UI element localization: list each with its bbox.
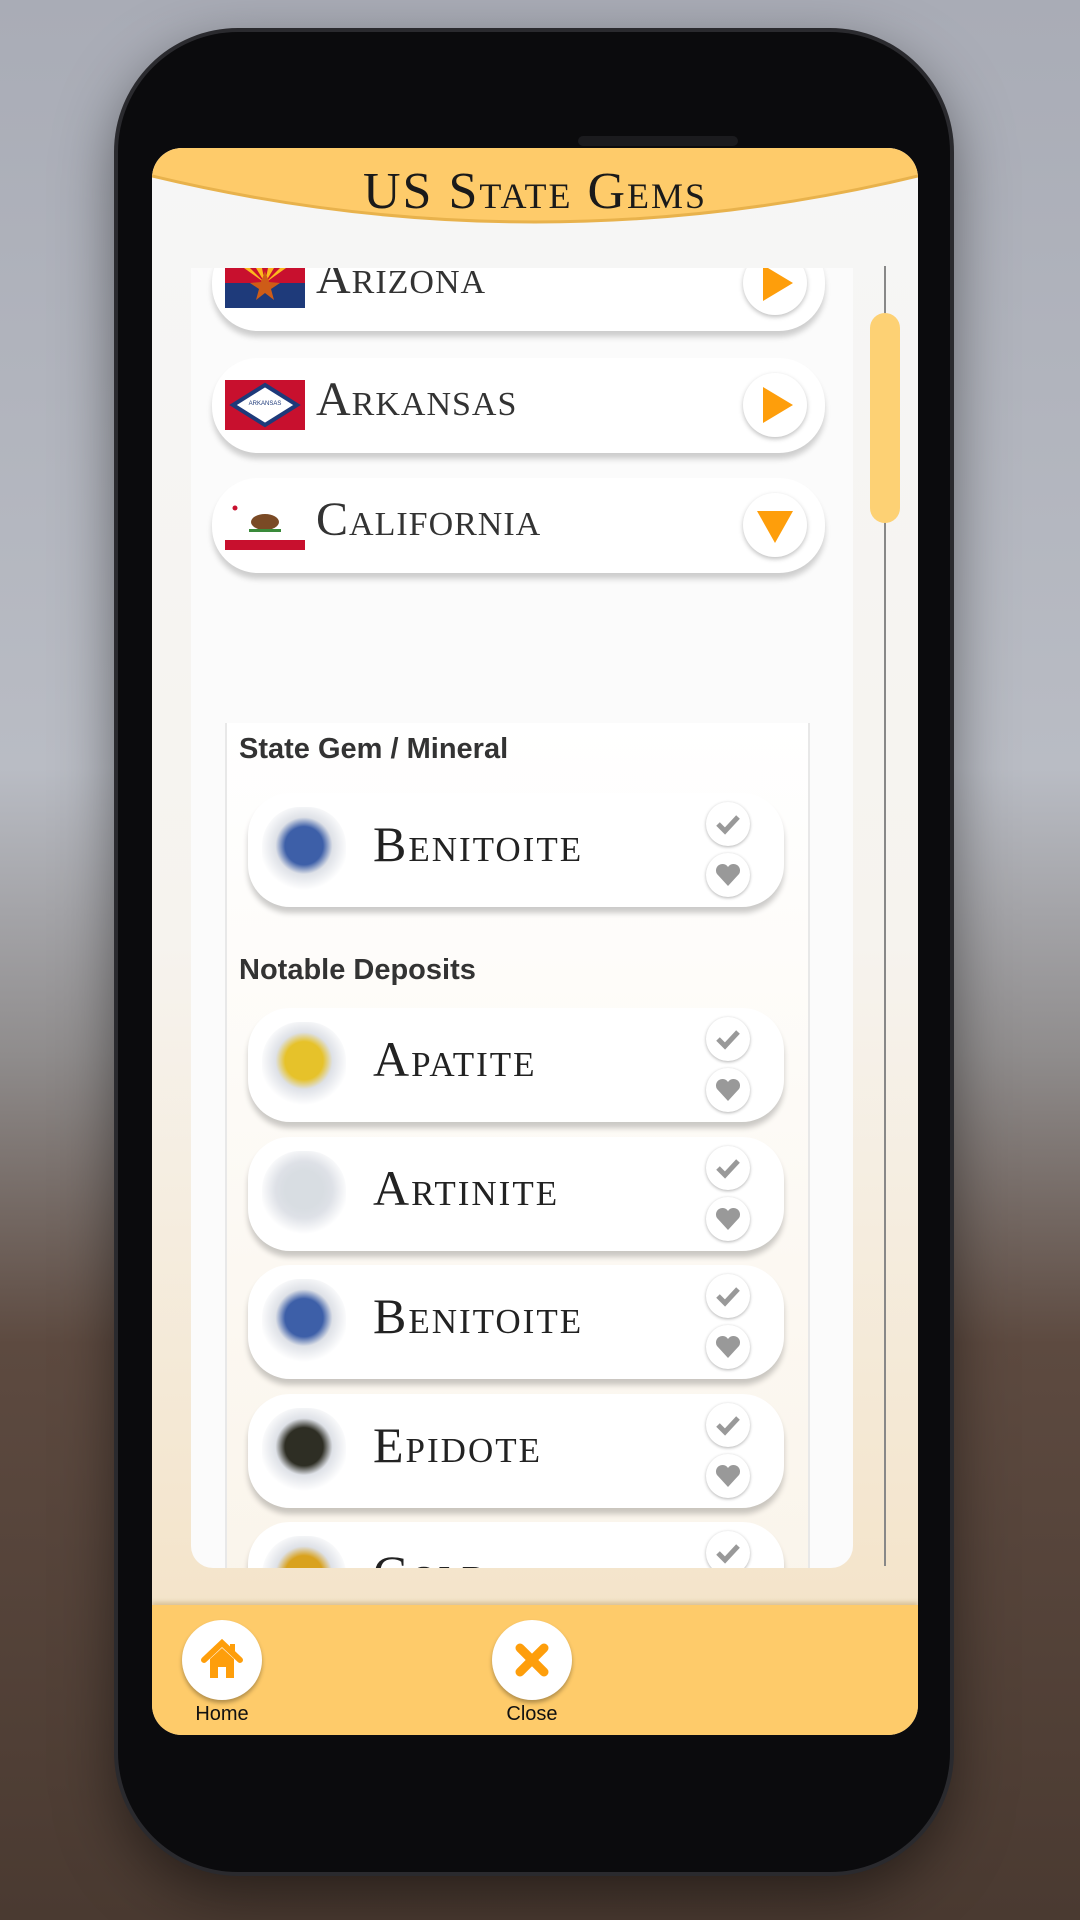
triangle-right-icon (763, 268, 793, 301)
home-button[interactable] (182, 1620, 262, 1700)
check-icon (716, 1158, 740, 1179)
heart-icon (715, 1207, 741, 1230)
gem-card[interactable]: Apatite (248, 1008, 784, 1122)
app-screen: US State Gems Arizona ARKANSAS Arkansas Cal… (152, 148, 918, 1735)
expand-button[interactable] (743, 373, 807, 437)
collected-toggle[interactable] (706, 1402, 750, 1447)
gem-name: Artinite (373, 1159, 560, 1216)
state-name: Arkansas (316, 373, 518, 426)
state-name: California (316, 493, 542, 546)
state-list[interactable]: Arizona ARKANSAS Arkansas California State … (191, 268, 853, 1568)
page-title: US State Gems (362, 163, 708, 220)
gem-name: Benitoite (373, 1288, 584, 1344)
favorite-toggle[interactable] (706, 1325, 750, 1369)
heart-icon (715, 863, 741, 886)
gem-card[interactable]: Benitoite (248, 1265, 784, 1379)
speaker (578, 136, 738, 146)
favorite-toggle[interactable] (706, 1068, 750, 1112)
favorite-toggle[interactable] (706, 853, 750, 897)
gem-card[interactable]: Benitoite (248, 793, 784, 907)
svg-text:ARKANSAS: ARKANSAS (249, 401, 282, 407)
gem-card[interactable]: Artinite (248, 1136, 784, 1251)
gem-name: Apatite (373, 1031, 537, 1087)
gem-image (262, 1279, 346, 1365)
close-icon (515, 1643, 549, 1677)
gem-image (262, 1150, 346, 1237)
state-gem-heading: State Gem / Mineral (239, 733, 509, 765)
gem-name: Benitoite (373, 816, 584, 872)
favorite-toggle[interactable] (706, 1196, 750, 1241)
check-icon (716, 815, 740, 835)
gem-card[interactable]: Epidote (248, 1393, 784, 1508)
state-row-california[interactable]: California (212, 478, 825, 573)
gem-name: Epidote (373, 1416, 542, 1473)
header: US State Gems (152, 148, 918, 248)
heart-icon (715, 1464, 741, 1487)
triangle-right-icon (763, 387, 793, 423)
gem-image (262, 807, 346, 893)
home-label: Home (195, 1703, 249, 1725)
collected-toggle[interactable] (706, 802, 750, 846)
home-icon (201, 1638, 243, 1678)
favorite-toggle[interactable] (706, 1453, 750, 1498)
arizona-flag-icon (225, 268, 305, 308)
collected-toggle[interactable] (706, 1017, 750, 1061)
close-button[interactable] (492, 1620, 572, 1700)
heart-icon (715, 1335, 741, 1358)
check-icon (716, 1415, 740, 1436)
scrollbar-thumb[interactable] (870, 313, 900, 523)
bottom-nav: Home Close (152, 1605, 918, 1735)
arkansas-flag-icon: ARKANSAS (225, 380, 305, 430)
check-icon (716, 1287, 740, 1307)
collected-toggle[interactable] (706, 1274, 750, 1318)
notable-deposits-heading: Notable Deposits (239, 954, 476, 986)
state-row-arizona[interactable]: Arizona (212, 268, 825, 331)
collected-toggle[interactable] (706, 1145, 750, 1190)
expand-button[interactable] (743, 268, 807, 315)
collapse-button[interactable] (743, 493, 807, 557)
gem-image (262, 1022, 346, 1108)
close-label: Close (506, 1703, 558, 1725)
california-flag-icon (225, 500, 305, 550)
heart-icon (715, 1078, 741, 1101)
california-details: State Gem / Mineral Notable Deposits Ben… (225, 723, 810, 1568)
gem-image (262, 1407, 346, 1494)
triangle-down-icon (757, 511, 793, 543)
state-name: Arizona (316, 268, 487, 304)
gem-card[interactable]: Gold (248, 1522, 784, 1568)
check-icon (716, 1030, 740, 1050)
gem-name: Gold (373, 1544, 489, 1568)
collected-toggle[interactable] (706, 1531, 750, 1568)
state-row-arkansas[interactable]: ARKANSAS Arkansas (212, 358, 825, 453)
check-icon (716, 1544, 740, 1564)
gem-image (262, 1536, 346, 1568)
